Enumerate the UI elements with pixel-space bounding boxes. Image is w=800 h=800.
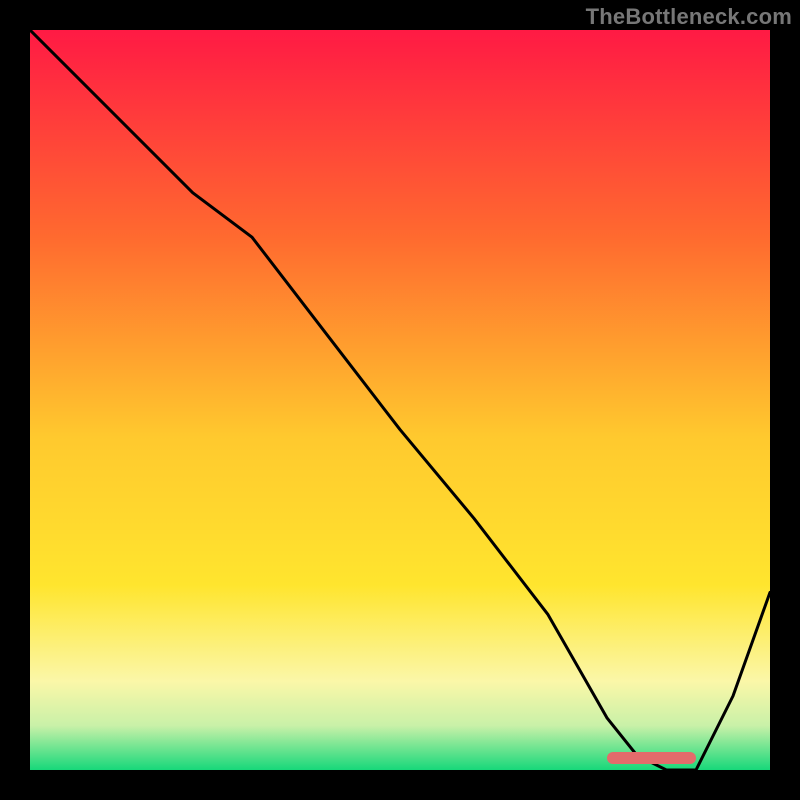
watermark-text: TheBottleneck.com <box>586 4 792 30</box>
optimal-range-marker <box>607 752 696 764</box>
background-gradient <box>30 30 770 770</box>
chart-frame: TheBottleneck.com <box>0 0 800 800</box>
plot-area <box>30 30 770 770</box>
